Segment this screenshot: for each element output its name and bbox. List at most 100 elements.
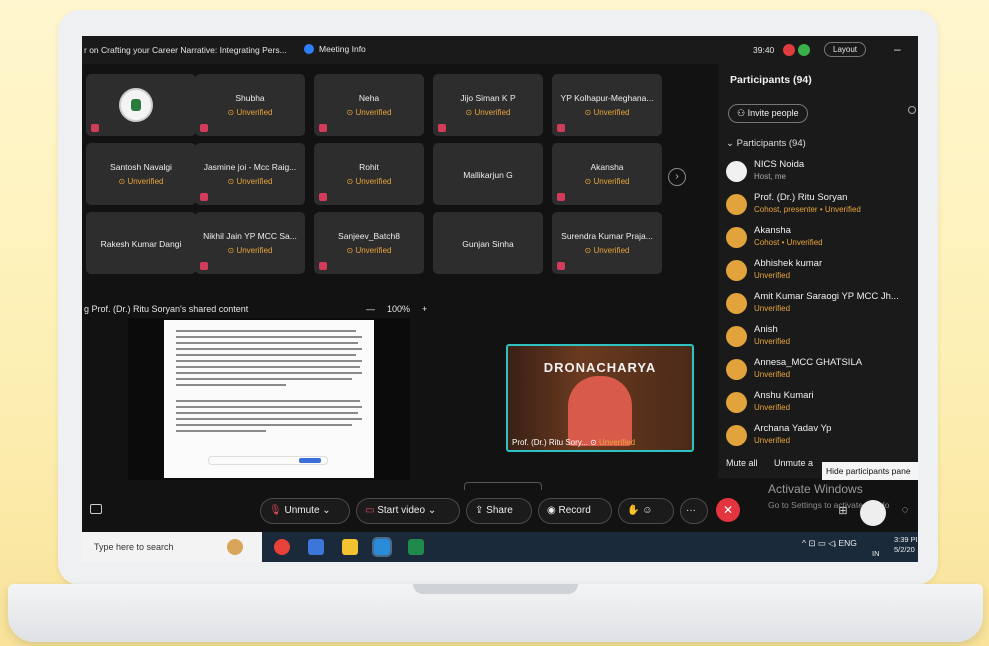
- participant-status: Unverified: [754, 337, 791, 346]
- doc-toolbar[interactable]: [208, 456, 328, 465]
- chat-bubble-icon[interactable]: ◌: [896, 504, 914, 522]
- chrome-icon[interactable]: [274, 539, 290, 555]
- zoom-in-button[interactable]: +: [422, 304, 427, 314]
- file-explorer-icon[interactable]: [308, 539, 324, 555]
- participants-panel-title: Participants (94): [730, 74, 812, 86]
- participant-item[interactable]: Amit Kumar Saraogi YP MCC Jh... Unverifie…: [726, 290, 918, 322]
- sticky-notes-icon[interactable]: [342, 539, 358, 555]
- doc-text-line: [176, 400, 360, 402]
- participant-tile-logo[interactable]: [86, 74, 196, 136]
- webex-icon[interactable]: [372, 537, 392, 557]
- participant-item[interactable]: Prof. (Dr.) Ritu Soryan Cohost, presenter…: [726, 191, 918, 223]
- doc-toolbar-button[interactable]: [299, 458, 321, 463]
- tile-name: Jasmine joi - Mcc Raig...: [203, 162, 297, 172]
- meeting-info-label: Meeting Info: [319, 44, 366, 54]
- participant-tile[interactable]: Mallikarjun G: [433, 143, 543, 205]
- apps-icon[interactable]: ⊞: [834, 504, 852, 522]
- participant-tile[interactable]: Jijo Siman K P ⊙ Unverified: [433, 74, 543, 136]
- tile-status: ⊙ Unverified: [465, 108, 511, 117]
- participant-item[interactable]: Anshu Kumari Unverified: [726, 389, 918, 421]
- invite-label: Invite people: [747, 108, 799, 118]
- search-highlight-icon[interactable]: [227, 539, 243, 555]
- presenter-video[interactable]: DRONACHARYA Prof. (Dr.) Ritu Sory... ⊙ U…: [506, 344, 694, 452]
- participants-section-header[interactable]: ⌄ Participants (94): [726, 138, 806, 149]
- invite-people-button[interactable]: ⚇ Invite people: [728, 104, 808, 123]
- participant-tile[interactable]: Neha ⊙ Unverified: [314, 74, 424, 136]
- shared-content-label: g Prof. (Dr.) Ritu Soryan's shared conte…: [84, 304, 249, 314]
- more-options-button[interactable]: ···: [680, 498, 708, 524]
- participant-tile[interactable]: YP Kolhapur-Meghana... ⊙ Unverified: [552, 74, 662, 136]
- zoom-controls: — 100% +: [360, 304, 433, 314]
- chat-icon[interactable]: [90, 504, 102, 514]
- participant-tile[interactable]: Akansha ⊙ Unverified: [552, 143, 662, 205]
- participant-item[interactable]: NICS Noida Host, me: [726, 158, 918, 190]
- participant-tile[interactable]: Rohit ⊙ Unverified: [314, 143, 424, 205]
- participant-item[interactable]: Akansha Cohost • Unverified: [726, 224, 918, 256]
- doc-text-line: [176, 384, 286, 386]
- participant-tile[interactable]: Santosh Navalgi ⊙ Unverified: [86, 143, 196, 205]
- language-indicator: ENG: [838, 538, 857, 548]
- record-button[interactable]: ◉ Record: [538, 498, 612, 524]
- doc-text-line: [176, 418, 362, 420]
- avatar: [726, 260, 747, 281]
- doc-text-line: [176, 424, 352, 426]
- presenter-figure: [568, 376, 632, 446]
- mute-all-button[interactable]: Mute all: [726, 458, 758, 468]
- muted-mic-icon: [319, 193, 327, 201]
- participant-item[interactable]: Archana Yadav Yp Unverified: [726, 422, 918, 454]
- participant-tile[interactable]: Jasmine joi - Mcc Raig... ⊙ Unverified: [195, 143, 305, 205]
- emoji-icon: ☺: [642, 505, 653, 516]
- tile-status: ⊙ Unverified: [227, 108, 273, 117]
- participant-status: Host, me: [754, 172, 787, 181]
- start-video-label: Start video: [377, 505, 426, 516]
- participant-status: Unverified: [754, 271, 791, 280]
- doc-text-line: [176, 412, 358, 414]
- participant-tile[interactable]: Shubha ⊙ Unverified: [195, 74, 305, 136]
- participants-toggle-button[interactable]: [860, 500, 886, 526]
- participant-name: Akansha: [754, 225, 791, 236]
- record-label: Record: [558, 505, 591, 516]
- minimize-button[interactable]: –: [894, 42, 901, 56]
- participant-tile[interactable]: Nikhil Jain YP MCC Sa... ⊙ Unverified: [195, 212, 305, 274]
- video-caption: Prof. (Dr.) Ritu Sory... ⊙ Unverified: [512, 438, 636, 447]
- participant-tile[interactable]: Surendra Kumar Praja... ⊙ Unverified: [552, 212, 662, 274]
- organization-logo: [119, 88, 153, 122]
- meeting-window: r on Crafting your Career Narrative: Int…: [82, 36, 918, 562]
- tile-status-text: Unverified: [236, 108, 273, 117]
- reactions-button[interactable]: ✋ ☺: [618, 498, 674, 524]
- tile-status-text: Unverified: [355, 108, 392, 117]
- doc-text-line: [176, 330, 356, 332]
- record-icon: ◉: [547, 505, 556, 516]
- unmute-all-button[interactable]: Unmute a: [774, 458, 813, 468]
- end-call-button[interactable]: ✕: [716, 498, 740, 522]
- participant-tile[interactable]: Sanjeev_Batch8 ⊙ Unverified: [314, 212, 424, 274]
- search-icon[interactable]: [908, 106, 916, 114]
- muted-mic-icon: [557, 193, 565, 201]
- participant-name: Anshu Kumari: [754, 390, 814, 401]
- system-tray[interactable]: ^ ⊡ ▭ ◁ᵢ ENG: [802, 538, 857, 549]
- start-video-button[interactable]: ▭ Start video ⌄: [356, 498, 460, 524]
- taskbar-clock[interactable]: 3:39 PI 5/2/20: [894, 535, 918, 555]
- participant-tile[interactable]: Rakesh Kumar Dangi: [86, 212, 196, 274]
- share-button[interactable]: ⇪ Share: [466, 498, 532, 524]
- muted-mic-icon: [319, 124, 327, 132]
- unmute-button[interactable]: 🎙 Unmute ⌄: [260, 498, 350, 524]
- doc-text-line: [176, 366, 360, 368]
- zoom-out-button[interactable]: —: [366, 304, 375, 314]
- tile-status: ⊙ Unverified: [346, 246, 392, 255]
- shared-content-area[interactable]: [128, 318, 410, 480]
- clock-date: 5/2/20: [894, 545, 915, 554]
- participant-status: Unverified: [754, 304, 791, 313]
- next-page-arrow-icon[interactable]: ›: [668, 168, 686, 186]
- participant-item[interactable]: Anish Unverified: [726, 323, 918, 355]
- participant-item[interactable]: Abhishek kumar Unverified: [726, 257, 918, 289]
- collapse-tray-handle[interactable]: [464, 482, 542, 490]
- title-bar: r on Crafting your Career Narrative: Int…: [82, 36, 918, 64]
- participant-tile[interactable]: Gunjan Sinha: [433, 212, 543, 274]
- participant-name: Amit Kumar Saraogi YP MCC Jh...: [754, 291, 899, 302]
- participant-item[interactable]: Annesa_MCC GHATSILA Unverified: [726, 356, 918, 388]
- layout-button[interactable]: Layout: [824, 42, 867, 57]
- meeting-info-button[interactable]: Meeting Info: [304, 44, 366, 54]
- clock-time: 3:39 PI: [894, 535, 918, 544]
- excel-icon[interactable]: [408, 539, 424, 555]
